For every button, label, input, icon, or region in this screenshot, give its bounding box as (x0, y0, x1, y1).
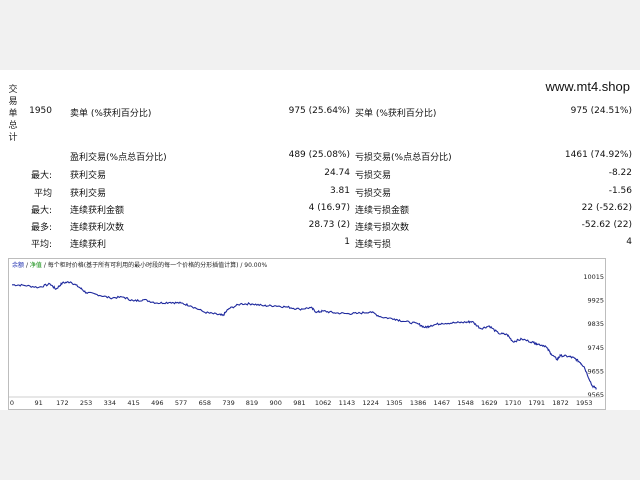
x-tick-label: 900 (269, 399, 281, 407)
stats-cell-l2: 连续亏损次数 (355, 223, 410, 233)
x-tick-label: 1710 (505, 399, 522, 407)
stats-cell-l2: 买单 (%获利百分比) (355, 109, 437, 119)
stats-cell-v1: 4 (16.97) (308, 203, 350, 213)
stats-cell-l1: 获利交易 (70, 189, 107, 199)
x-tick-label: 172 (56, 399, 68, 407)
x-tick-label: 1062 (315, 399, 332, 407)
x-tick-label: 1548 (457, 399, 474, 407)
stats-cell-l2: 亏损交易 (355, 171, 392, 181)
x-tick-label: 91 (35, 399, 43, 407)
stats-cell-v2: -8.22 (608, 168, 632, 178)
stats-cell-l0: 最大: (30, 206, 52, 216)
y-tick-label: 9655 (587, 367, 604, 375)
stats-cell-l1: 卖单 (%获利百分比) (70, 109, 152, 119)
x-tick-label: 1224 (362, 399, 379, 407)
stats-cell-l1: 连续获利次数 (70, 223, 125, 233)
stats-row: 盈利交易(%点总百分比) 489 (25.08%) 亏损交易(%点总百分比) 1461… (0, 150, 640, 167)
x-tick-label: 1305 (386, 399, 403, 407)
stats-cell-l2: 连续亏损金额 (355, 206, 410, 216)
stats-cell-l1: 获利交易 (70, 171, 107, 181)
x-tick-label: 253 (80, 399, 92, 407)
x-tick-label: 496 (151, 399, 163, 407)
stats-cell-l0: 最多: (30, 223, 52, 233)
x-tick-label: 1791 (528, 399, 545, 407)
stats-cell-l1: 盈利交易(%点总百分比) (70, 153, 167, 163)
stats-cell-l0: 最大: (30, 171, 52, 181)
stats-cell-v2: 975 (24.51%) (570, 106, 632, 116)
stats-cell-v1: 28.73 (2) (308, 220, 350, 230)
stats-row: 平均: 连续获利 1 连续亏损 4 (0, 237, 640, 254)
stats-row: 平均 获利交易 3.81 亏损交易 -1.56 (0, 186, 640, 203)
x-tick-label: 1386 (410, 399, 427, 407)
stats-row: 最大: 连续获利金额 4 (16.97) 连续亏损金额 22 (-52.62) (0, 203, 640, 220)
x-tick-label: 739 (222, 399, 234, 407)
x-tick-label: 1629 (481, 399, 498, 407)
stats-row: 最多: 连续获利次数 28.73 (2) 连续亏损次数 -52.62 (22) (0, 220, 640, 237)
x-tick-label: 1467 (434, 399, 451, 407)
stats-cell-v1: 24.74 (324, 168, 350, 178)
stats-cell-l0: 1950 (29, 106, 52, 116)
legend-equity: 净值 (29, 262, 42, 269)
x-tick-label: 1143 (339, 399, 356, 407)
stats-cell-l2: 亏损交易(%点总百分比) (355, 153, 452, 163)
y-tick-label: 9925 (587, 297, 604, 305)
y-tick-label: 9835 (587, 320, 604, 328)
chart-svg: 10015 9925 9835 9745 9655 9565 0 91 172 253 334 415… (9, 273, 604, 407)
y-tick-label: 9745 (587, 344, 604, 352)
x-tick-label: 819 (246, 399, 258, 407)
brand-watermark: www.mt4.shop (545, 79, 630, 94)
legend-text: 每个柜时价格(基于所有可利用的最小时段的每一个价格的分形插值计算) / 90.0… (47, 262, 268, 269)
stats-cell-v2: 4 (626, 237, 632, 247)
stats-cell-v1: 1 (344, 237, 350, 247)
x-tick-label: 334 (104, 399, 116, 407)
stats-cell-l1: 连续获利 (70, 240, 107, 250)
x-tick-label: 577 (175, 399, 187, 407)
chart-legend: 余额 / 净值 / 每个柜时价格(基于所有可利用的最小时段的每一个价格的分形插值… (12, 262, 268, 269)
stats-cell-v1: 3.81 (329, 186, 350, 196)
stats-row: 1950 卖单 (%获利百分比) 975 (25.64%) 买单 (%获利百分比) 97… (0, 106, 640, 123)
stats-row: 最大: 获利交易 24.74 亏损交易 -8.22 (0, 168, 640, 185)
balance-line (12, 281, 597, 391)
legend-balance: 余额 (12, 262, 25, 269)
stats-cell-v1: 489 (25.08%) (288, 150, 350, 160)
x-tick-label: 1872 (552, 399, 569, 407)
stats-cell-v2: 22 (-52.62) (581, 203, 632, 213)
x-tick-label: 981 (293, 399, 305, 407)
stats-cell-l2: 亏损交易 (355, 189, 392, 199)
stats-cell-l0: 平均: (30, 240, 52, 250)
stats-row (0, 124, 640, 141)
stats-cell-v2: -1.56 (608, 186, 632, 196)
x-tick-label: 0 (10, 399, 14, 407)
stats-cell-l0: 平均 (33, 189, 52, 199)
y-tick-label: 10015 (583, 273, 604, 281)
equity-chart: 余额 / 净值 / 每个柜时价格(基于所有可利用的最小时段的每一个价格的分形插值… (8, 258, 606, 410)
stats-cell-v2: 1461 (74.92%) (564, 150, 632, 160)
stats-cell-l1: 连续获利金额 (70, 206, 125, 216)
x-tick-label: 1953 (576, 399, 593, 407)
x-tick-label: 415 (127, 399, 139, 407)
stats-cell-l2: 连续亏损 (355, 240, 392, 250)
stats-cell-v2: -52.62 (22) (581, 220, 632, 230)
stats-cell-v1: 975 (25.64%) (288, 106, 350, 116)
x-tick-label: 658 (199, 399, 211, 407)
y-tick-label: 9565 (587, 391, 604, 399)
